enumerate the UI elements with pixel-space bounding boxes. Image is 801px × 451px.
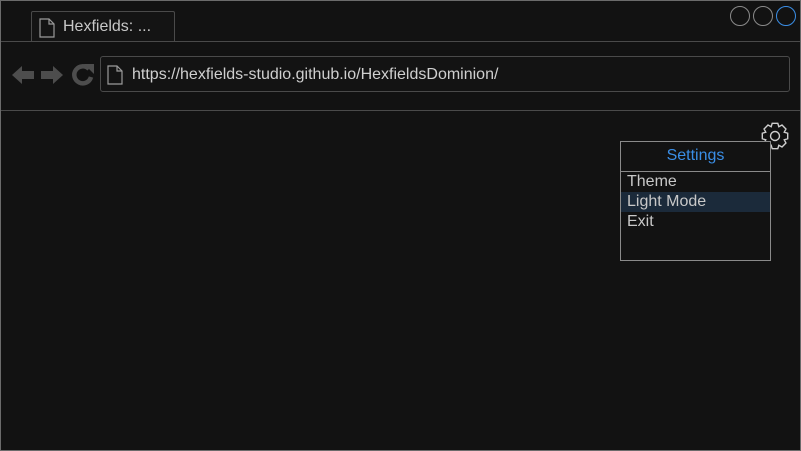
- menu-item-exit[interactable]: Exit: [621, 212, 770, 232]
- back-button[interactable]: [10, 62, 36, 88]
- window-controls: [730, 6, 796, 26]
- url-text[interactable]: https://hexfields-studio.github.io/Hexfi…: [132, 66, 498, 84]
- page-content: Settings Theme Light Mode Exit: [1, 111, 800, 450]
- close-button[interactable]: [776, 6, 796, 26]
- tab-strip: Hexfields: ...: [1, 1, 800, 42]
- settings-menu: Settings Theme Light Mode Exit: [620, 141, 771, 261]
- reload-icon: [72, 64, 94, 86]
- settings-menu-title: Settings: [621, 142, 770, 172]
- forward-button[interactable]: [39, 62, 65, 88]
- reload-button[interactable]: [70, 62, 96, 88]
- browser-window: Hexfields: ... https://hexfields-studio.…: [0, 0, 801, 451]
- maximize-button[interactable]: [753, 6, 773, 26]
- address-bar[interactable]: https://hexfields-studio.github.io/Hexfi…: [100, 56, 790, 92]
- page-icon: [107, 65, 123, 85]
- menu-item-theme[interactable]: Theme: [621, 172, 770, 192]
- menu-item-light-mode[interactable]: Light Mode: [621, 192, 770, 212]
- minimize-button[interactable]: [730, 6, 750, 26]
- page-icon: [39, 18, 55, 38]
- browser-tab[interactable]: Hexfields: ...: [31, 11, 175, 41]
- tab-title: Hexfields: ...: [63, 18, 152, 35]
- navigation-toolbar: https://hexfields-studio.github.io/Hexfi…: [1, 42, 800, 111]
- arrow-right-icon: [41, 66, 63, 84]
- arrow-left-icon: [12, 66, 34, 84]
